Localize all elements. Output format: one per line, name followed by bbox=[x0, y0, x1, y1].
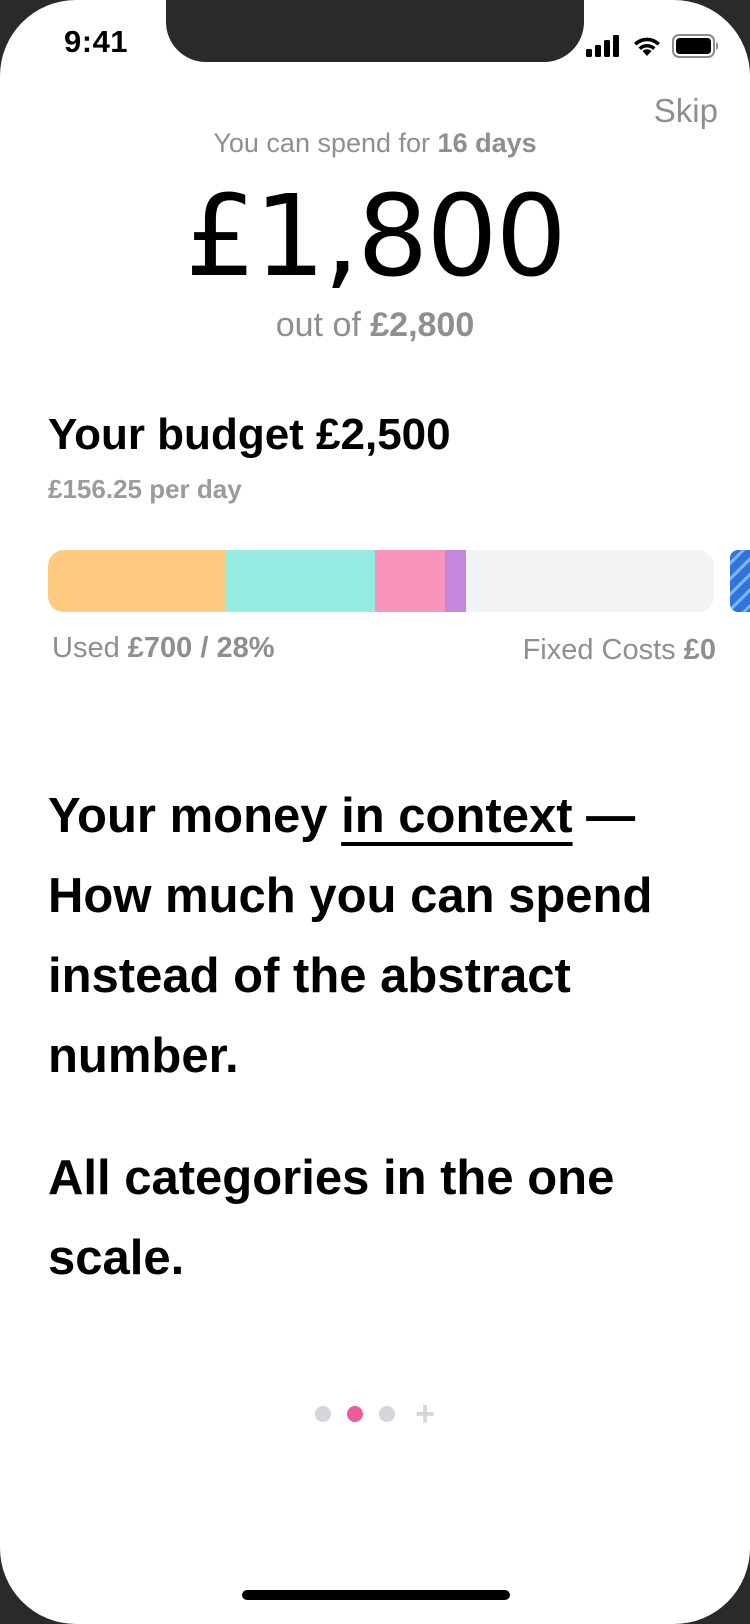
onboarding-screen: 9:41 Skip You can spend for 16 days £1,8… bbox=[0, 0, 750, 1624]
budget-per-day: £156.25 per day bbox=[48, 474, 242, 504]
fixed-prefix: Fixed Costs bbox=[522, 634, 684, 666]
used-value: £700 / 28% bbox=[127, 632, 275, 664]
cellular-signal-icon bbox=[586, 35, 619, 57]
onboarding-subheadline: All categories in the one scale. bbox=[48, 1151, 615, 1285]
spend-duration-line: You can spend for 16 days bbox=[0, 128, 750, 159]
out-of-prefix: out of bbox=[275, 306, 371, 344]
in-context-link: in context bbox=[341, 789, 573, 843]
fixed-value: £0 bbox=[683, 634, 716, 666]
status-bar: 9:41 bbox=[0, 0, 750, 92]
page-dot-1[interactable] bbox=[315, 1406, 332, 1422]
onboarding-headline: Your money in context — How much you can… bbox=[48, 776, 728, 1096]
battery-icon bbox=[672, 34, 719, 58]
bar-overflow-stripe bbox=[730, 550, 750, 612]
spend-prefix: You can spend for bbox=[213, 128, 438, 158]
out-of-total: £2,800 bbox=[370, 306, 475, 344]
segment-purple bbox=[444, 550, 467, 612]
used-prefix: Used bbox=[52, 632, 128, 664]
available-amount: £1,800 bbox=[185, 172, 567, 302]
segment-pink bbox=[374, 550, 445, 612]
out-of-line: out of £2,800 bbox=[0, 306, 750, 345]
headline-prefix: Your money bbox=[48, 789, 342, 843]
skip-button[interactable]: Skip bbox=[654, 92, 718, 130]
used-summary: Used £700 / 28% bbox=[52, 632, 275, 665]
page-dot-2[interactable] bbox=[347, 1406, 364, 1422]
status-icons bbox=[586, 32, 720, 60]
segment-teal bbox=[225, 550, 375, 612]
fixed-costs-summary: Fixed Costs £0 bbox=[523, 634, 716, 667]
page-dot-3[interactable] bbox=[379, 1406, 396, 1422]
page-indicator: + bbox=[0, 1397, 750, 1431]
budget-title: Your budget £2,500 bbox=[48, 410, 451, 459]
spend-days: 16 days bbox=[437, 128, 537, 158]
segment-orange bbox=[48, 550, 226, 612]
wifi-icon bbox=[634, 37, 660, 56]
home-indicator[interactable] bbox=[242, 1590, 510, 1600]
budget-bar bbox=[48, 550, 714, 612]
add-page-icon[interactable]: + bbox=[415, 1397, 435, 1431]
notch bbox=[166, 0, 584, 62]
status-time: 9:41 bbox=[64, 24, 129, 59]
